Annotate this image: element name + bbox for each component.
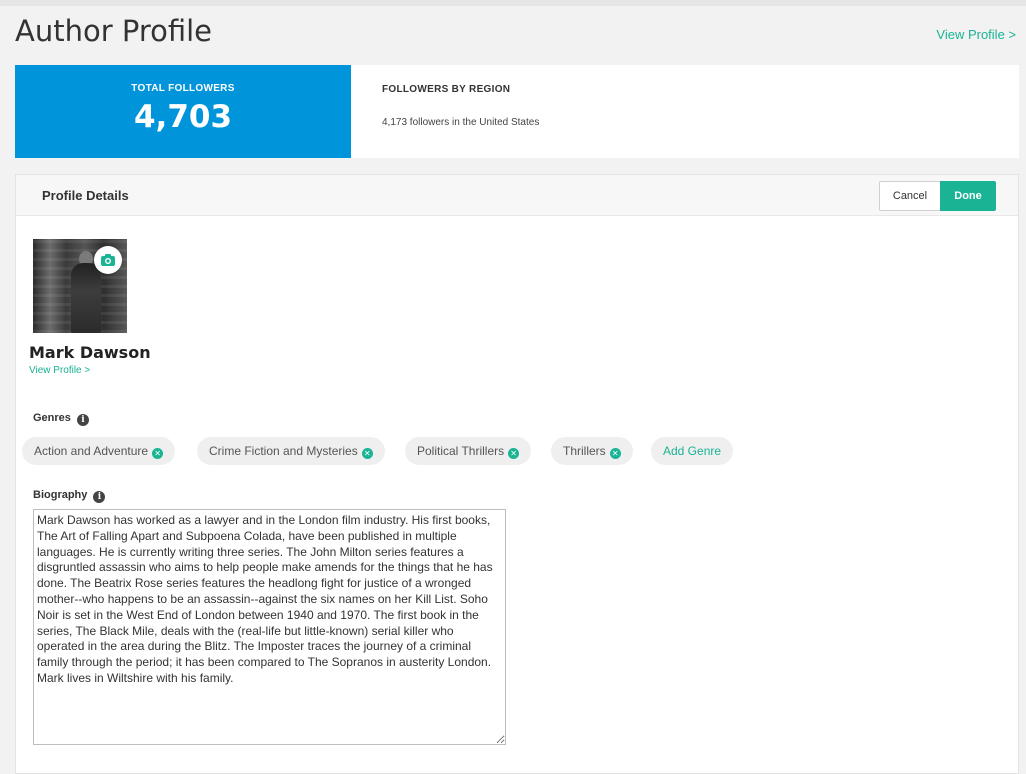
biography-textarea[interactable]: Mark Dawson has worked as a lawyer and i… [33,509,506,745]
genre-chip-label: Thrillers [563,444,606,458]
biography-heading: Biography i [33,489,106,503]
remove-circle-icon[interactable]: ✕ [361,448,373,459]
genre-chip: Thrillers ✕ [551,437,633,465]
info-icon[interactable]: i [93,491,106,503]
stats-bar: TOTAL FOLLOWERS 4,703 FOLLOWERS BY REGIO… [15,65,1019,158]
genres-heading: Genres i [33,412,89,426]
cancel-button[interactable]: Cancel [879,181,941,211]
author-view-profile-link[interactable]: View Profile > [29,365,90,376]
info-icon[interactable]: i [76,414,89,426]
remove-circle-icon[interactable]: ✕ [508,448,520,459]
genre-chip-label: Political Thrillers [417,444,505,458]
author-name: Mark Dawson [29,343,151,362]
followers-region-label: FOLLOWERS BY REGION [382,84,511,95]
genre-chip: Crime Fiction and Mysteries ✕ [197,437,385,465]
total-followers-value: 4,703 [133,99,233,135]
view-profile-link[interactable]: View Profile > [936,27,1016,42]
genre-chip: Political Thrillers ✕ [405,437,532,465]
done-button[interactable]: Done [940,181,996,211]
total-followers-label: TOTAL FOLLOWERS [131,83,235,94]
change-photo-button[interactable] [94,246,122,274]
genres-label: Genres [33,412,71,424]
top-strip [0,0,1026,6]
remove-circle-icon[interactable]: ✕ [152,448,164,459]
remove-circle-icon[interactable]: ✕ [609,448,621,459]
total-followers-card: TOTAL FOLLOWERS 4,703 [15,65,351,158]
panel-title: Profile Details [42,188,129,203]
genre-chip-label: Crime Fiction and Mysteries [209,444,358,458]
camera-icon [101,254,115,266]
profile-details-panel: Profile Details Cancel Done Mark Dawson … [15,174,1019,774]
add-genre-button[interactable]: Add Genre [651,437,734,465]
followers-region-text: 4,173 followers in the United States [382,117,540,128]
page-title: Author Profile [15,14,213,48]
genre-chip-label: Action and Adventure [34,444,149,458]
biography-label: Biography [33,489,88,501]
genre-chip: Action and Adventure ✕ [22,437,176,465]
panel-header: Profile Details Cancel Done [16,175,1018,216]
avatar-figure [71,263,101,333]
